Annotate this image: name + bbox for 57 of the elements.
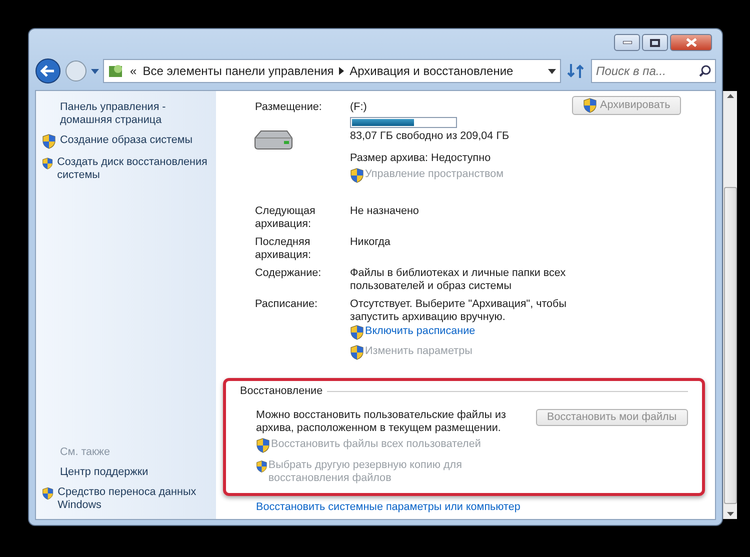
shield-icon: [42, 486, 54, 501]
schedule-link[interactable]: Включить расписание: [365, 325, 476, 338]
archive-size-text: Размер архива: Недоступно: [350, 152, 492, 166]
breadcrumb-arrow-icon[interactable]: [339, 67, 344, 75]
close-button[interactable]: [670, 34, 712, 51]
sidebar-link[interactable]: Создать диск восстановления системы: [57, 156, 212, 182]
manage-space-link: Управление пространством: [365, 168, 504, 182]
history-dropdown-icon[interactable]: [91, 68, 99, 74]
shield-icon: [256, 438, 270, 454]
hard-drive-icon: [253, 129, 293, 151]
scrollbar[interactable]: [722, 91, 737, 519]
shield-icon: [42, 156, 54, 171]
field-label: Расписание:: [255, 298, 319, 312]
field-label: Следующая архивация:: [255, 205, 316, 232]
section-heading: См. также: [60, 446, 111, 459]
maximize-button[interactable]: [642, 34, 668, 51]
shield-icon: [583, 98, 597, 113]
free-space-text: 83,07 ГБ свободно из 209,04 ГБ: [350, 130, 510, 144]
field-value: Не назначено: [350, 205, 420, 220]
close-icon: [686, 38, 696, 47]
shield-icon: [350, 325, 364, 340]
breadcrumb-overflow[interactable]: «: [130, 64, 137, 78]
restore-link: Восстановить файлы всех пользователей: [271, 438, 481, 452]
settings-link: Изменить параметры: [365, 345, 472, 358]
control-panel-icon: [108, 63, 124, 79]
sidebar-link[interactable]: Центр поддержки: [60, 466, 148, 479]
back-button[interactable]: [35, 58, 61, 84]
shield-icon: [42, 134, 56, 149]
scroll-up-icon[interactable]: [726, 94, 734, 98]
breadcrumb[interactable]: Архивация и восстановление: [350, 64, 514, 78]
restore-description: Можно восстановить пользовательские файлы из архива, расположенном в текущем размещении.: [256, 409, 508, 436]
group-title: Восстановление: [240, 385, 323, 398]
dropdown-icon[interactable]: [548, 68, 556, 74]
search-field[interactable]: Поиск в па...: [591, 59, 716, 83]
address-bar[interactable]: « Все элементы панели управления Архивация и восстановление: [103, 59, 561, 83]
search-icon: [699, 65, 711, 77]
drive-letter: (F:): [350, 101, 368, 114]
minimize-icon: [622, 41, 632, 44]
search-placeholder: Поиск в па...: [596, 64, 666, 78]
shield-icon: [350, 168, 364, 184]
sidebar-link[interactable]: Создание образа системы: [60, 134, 193, 147]
sidebar-link[interactable]: Панель управления - домашняя страница: [60, 101, 212, 127]
field-label: Содержание:: [255, 267, 322, 280]
breadcrumb[interactable]: Все элементы панели управления: [142, 64, 334, 78]
field-value: Отсутствует. Выберите "Архивация", чтобы запустить архивацию вручную.: [350, 298, 568, 324]
field-value: Никогда: [350, 236, 392, 250]
shield-icon: [350, 345, 364, 360]
system-restore-link[interactable]: Восстановить системные параметры или компьютер: [256, 501, 723, 514]
minimize-button[interactable]: [614, 34, 640, 51]
field-value: Файлы в библиотеках и личные папки всех пользователей и образ системы: [350, 267, 567, 294]
field-label: Последняя архивация:: [255, 236, 312, 262]
scroll-down-icon[interactable]: [726, 512, 734, 516]
shield-icon: [256, 459, 268, 474]
maximize-icon: [650, 38, 660, 46]
restore-link: Выбрать другую резервную копию для восстановления файлов: [268, 459, 463, 486]
sidebar-link[interactable]: Средство переноса данных Windows: [58, 486, 212, 512]
field-label: Размещение:: [255, 101, 323, 114]
